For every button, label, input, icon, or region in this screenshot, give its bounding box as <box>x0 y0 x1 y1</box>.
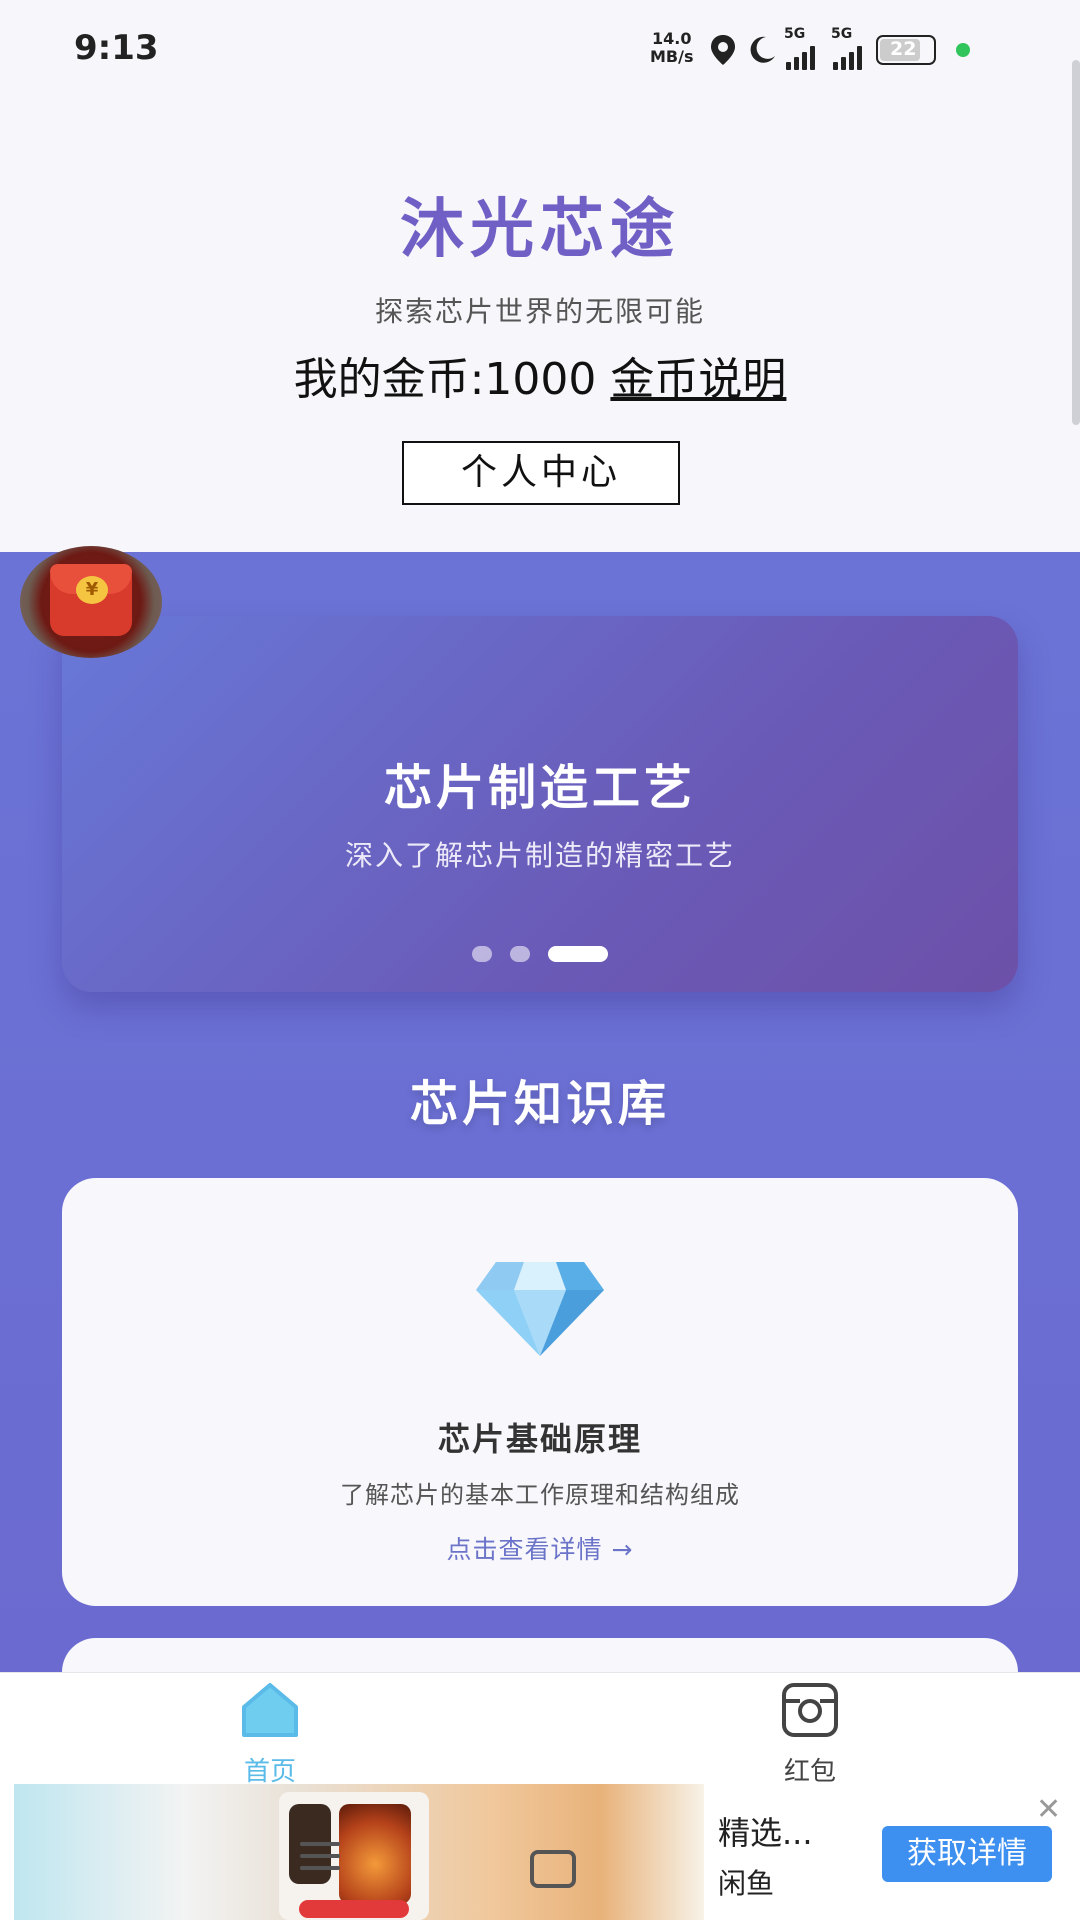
banner-subtitle: 深入了解芯片制造的精密工艺 <box>344 839 735 872</box>
ad-banner[interactable]: 精选... 闲鱼 获取详情 ✕ <box>0 1784 1080 1920</box>
signal-2-label: 5G <box>831 26 853 42</box>
status-bar: 9:13 14.0 MB/s 5G 5G 22 <box>0 0 1080 100</box>
status-time: 9:13 <box>74 28 159 68</box>
tab-home[interactable]: 首页 <box>170 1673 370 1787</box>
section-title: 芯片知识库 <box>409 1076 670 1132</box>
banner-title: 芯片制造工艺 <box>383 760 696 816</box>
tab-red-packet-label: 红包 <box>783 1757 836 1787</box>
carousel-indicator <box>62 946 1018 962</box>
ad-image-cta <box>299 1900 409 1918</box>
signal-1-icon: 5G <box>784 26 815 70</box>
red-packet-float[interactable]: ¥ <box>20 546 162 658</box>
app-subtitle: 探索芯片世界的无限可能 <box>374 295 705 328</box>
card-description: 了解芯片的基本工作原理和结构组成 <box>340 1481 740 1509</box>
camera-icon <box>782 1683 838 1737</box>
knowledge-card[interactable]: 芯片基础原理 了解芯片的基本工作原理和结构组成 点击查看详情 → <box>62 1178 1018 1606</box>
profile-center-button[interactable]: 个人中心 <box>402 441 680 505</box>
bottom-tab-bar: 首页 红包 <box>0 1672 1080 1787</box>
diamond-icon <box>476 1262 604 1356</box>
ad-title: 精选... <box>718 1814 813 1852</box>
net-speed-unit: MB/s <box>650 47 694 66</box>
net-speed: 14.0 MB/s <box>650 30 693 66</box>
tab-red-packet[interactable]: 红包 <box>710 1673 910 1787</box>
battery-level: 22 <box>890 38 917 60</box>
app-title: 沐光芯途 <box>400 193 680 267</box>
coin-icon: ¥ <box>76 576 108 604</box>
tab-home-label: 首页 <box>243 1757 296 1787</box>
battery-icon: 22 <box>876 35 936 65</box>
ad-brand: 闲鱼 <box>718 1867 775 1900</box>
signal-1-label: 5G <box>784 26 806 42</box>
ad-close-icon[interactable]: ✕ <box>1036 1792 1061 1827</box>
ad-cta-button[interactable]: 获取详情 <box>882 1826 1052 1882</box>
status-icons: 5G 5G 22 <box>708 26 970 70</box>
coins-row: 我的金币:1000 金币说明 <box>0 343 1080 407</box>
ad-image[interactable] <box>14 1784 704 1920</box>
ad-phone-screen <box>339 1804 411 1904</box>
carousel-dot-active[interactable] <box>548 946 608 962</box>
signal-2-icon: 5G <box>831 26 862 70</box>
moon-icon <box>750 36 775 63</box>
home-square-icon[interactable] <box>530 1850 576 1888</box>
net-speed-value: 14.0 <box>652 29 692 48</box>
carousel-dot[interactable] <box>472 946 492 962</box>
privacy-indicator <box>956 43 970 57</box>
home-icon <box>242 1683 298 1737</box>
knowledge-card[interactable] <box>62 1638 1018 1672</box>
card-title: 芯片基础原理 <box>437 1420 642 1458</box>
menu-icon[interactable] <box>300 1842 340 1878</box>
carousel-dot[interactable] <box>510 946 530 962</box>
carousel-banner[interactable]: 芯片制造工艺 深入了解芯片制造的精密工艺 <box>62 616 1018 992</box>
content-area: 芯片制造工艺 深入了解芯片制造的精密工艺 芯片知识库 芯片基础原理 了解芯片的基… <box>0 552 1080 1672</box>
card-detail-link[interactable]: 点击查看详情 → <box>62 1530 1018 1566</box>
coins-help-link[interactable]: 金币说明 <box>610 354 786 405</box>
location-icon <box>711 35 735 65</box>
coins-balance: 我的金币:1000 <box>293 354 597 405</box>
